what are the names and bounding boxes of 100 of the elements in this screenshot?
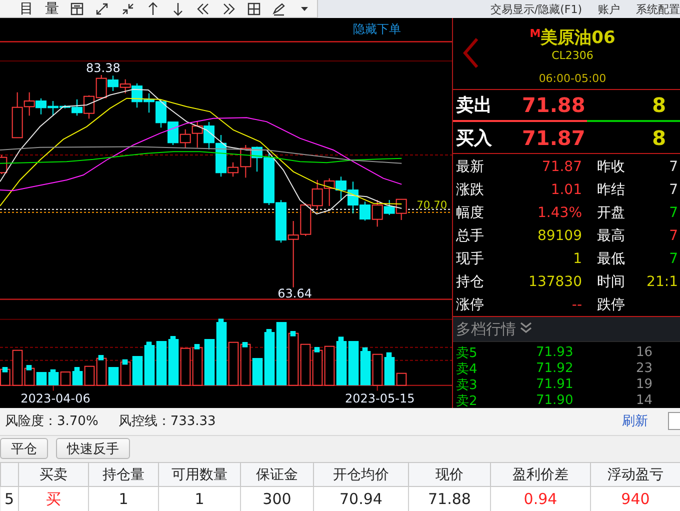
- menu-item[interactable]: 系统配置: [636, 2, 680, 16]
- stat-label: 涨跌: [456, 180, 485, 199]
- column-header[interactable]: 盈利价差: [490, 462, 590, 486]
- open-interest-marker: [290, 331, 296, 336]
- volume-bar: [84, 366, 95, 386]
- column-header[interactable]: 可用数量: [158, 462, 240, 486]
- stat-value: 21:1: [646, 274, 678, 290]
- action-button[interactable]: 平仓: [0, 438, 48, 460]
- menu-item[interactable]: 交易显示/隐藏(F1): [490, 2, 582, 16]
- stat-label: 最高: [596, 226, 626, 245]
- volume-bar: [336, 341, 347, 386]
- table-cell: 71.88: [408, 486, 490, 511]
- candlestick: [324, 178, 335, 206]
- volume-bar: [216, 322, 227, 386]
- candlestick: [156, 98, 166, 128]
- grid-icon: [246, 2, 261, 16]
- volume-bar: [288, 332, 299, 386]
- volume-bar: [324, 346, 335, 386]
- depth-level: 卖3: [456, 376, 478, 394]
- stat-value: --: [570, 296, 582, 313]
- candlestick: [192, 120, 203, 148]
- bid-label: 买入: [456, 126, 493, 150]
- caret-icon: [300, 7, 308, 11]
- table-cell: 940: [590, 486, 680, 511]
- open-interest-marker: [2, 367, 8, 372]
- stat-label: 最新: [456, 158, 485, 176]
- open-interest-marker: [98, 355, 104, 360]
- open-interest-marker: [170, 336, 176, 342]
- double-chevron-left-icon: [196, 2, 210, 16]
- price-line-label: 70.70: [416, 198, 448, 212]
- column-header[interactable]: 保证金: [240, 462, 314, 486]
- volume-bar: [276, 322, 287, 386]
- bid-price: 71.87: [522, 126, 586, 150]
- candlestick: [180, 128, 191, 148]
- column-header[interactable]: 开仓均价: [314, 462, 408, 486]
- refresh-link[interactable]: 刷新: [622, 412, 648, 430]
- stat-value: 7: [668, 250, 678, 267]
- double-chevron-right-icon: [222, 2, 236, 16]
- column-header[interactable]: 浮动盈亏: [590, 462, 680, 486]
- volume-bar: [312, 350, 323, 386]
- volume-bar: [168, 339, 179, 386]
- stat-value: 7: [668, 182, 678, 198]
- stat-value: 1.43%: [536, 204, 582, 221]
- column-header[interactable]: 持仓量: [88, 462, 158, 486]
- stat-value: 89109: [536, 228, 582, 244]
- stat-label: 昨结: [596, 180, 626, 199]
- stat-label: 开盘: [596, 204, 626, 222]
- menu-item[interactable]: 账户: [598, 2, 620, 16]
- stat-value: 7: [668, 204, 678, 221]
- volume-bar: [36, 372, 47, 386]
- column-header[interactable]: 现价: [408, 462, 490, 486]
- trading-session: 06:00-05:00: [538, 72, 606, 85]
- depth-price: 71.93: [536, 345, 574, 360]
- open-interest-marker: [194, 344, 200, 350]
- ask-volume: 8: [652, 92, 666, 117]
- volume-bar: [204, 339, 215, 386]
- depth-level: 卖5: [456, 344, 478, 362]
- table-cell: 300: [240, 486, 314, 511]
- volume-bar: [60, 372, 71, 386]
- open-interest-marker: [386, 352, 392, 358]
- stat-value: 137830: [528, 274, 582, 290]
- compress-icon: [120, 2, 135, 16]
- double-chevron-down-icon[interactable]: [520, 322, 532, 334]
- open-interest-marker: [26, 365, 32, 370]
- action-button[interactable]: 快速反手: [56, 438, 130, 460]
- volume-bar: [120, 362, 131, 386]
- stat-label: 现手: [456, 250, 485, 268]
- table-cell: 5: [0, 486, 18, 511]
- open-interest-marker: [242, 342, 248, 348]
- table-cell: 70.94: [314, 486, 408, 511]
- stat-label: 昨收: [596, 158, 626, 176]
- stat-value: 1.01: [550, 182, 582, 198]
- depth-level: 卖4: [456, 360, 478, 378]
- stat-value: 1: [572, 250, 582, 267]
- hide-order-link[interactable]: 隐藏下单: [353, 21, 401, 38]
- candlestick: [36, 98, 46, 115]
- volume-bar: [372, 354, 383, 386]
- open-interest-marker: [122, 359, 128, 365]
- candlestick: [396, 198, 407, 220]
- contract-name: 美原油06: [540, 28, 616, 48]
- risk-control-line-text: 风控线：733.33: [118, 413, 216, 430]
- stat-label: 最低: [596, 250, 626, 268]
- expand-icon: [95, 2, 110, 16]
- input-field[interactable]: [668, 412, 680, 430]
- table-cell: 1: [88, 486, 158, 511]
- table-cell: 1: [158, 486, 240, 511]
- column-header[interactable]: 买卖: [18, 462, 88, 486]
- candlestick: [240, 144, 252, 178]
- open-interest-marker: [266, 329, 272, 334]
- candlestick: [168, 122, 178, 146]
- stat-label: 持仓: [456, 272, 485, 291]
- volume-bar: [72, 371, 83, 386]
- candlestick: [312, 180, 323, 210]
- volume-bar: [144, 345, 155, 386]
- stat-value: 71.87: [540, 158, 582, 175]
- toolbar-button[interactable]: 量: [39, 0, 64, 18]
- toolbar-button[interactable]: 目: [14, 0, 40, 18]
- stat-label: 时间: [596, 272, 626, 291]
- candlestick: [336, 176, 346, 200]
- table-cell: 0.94: [490, 486, 590, 511]
